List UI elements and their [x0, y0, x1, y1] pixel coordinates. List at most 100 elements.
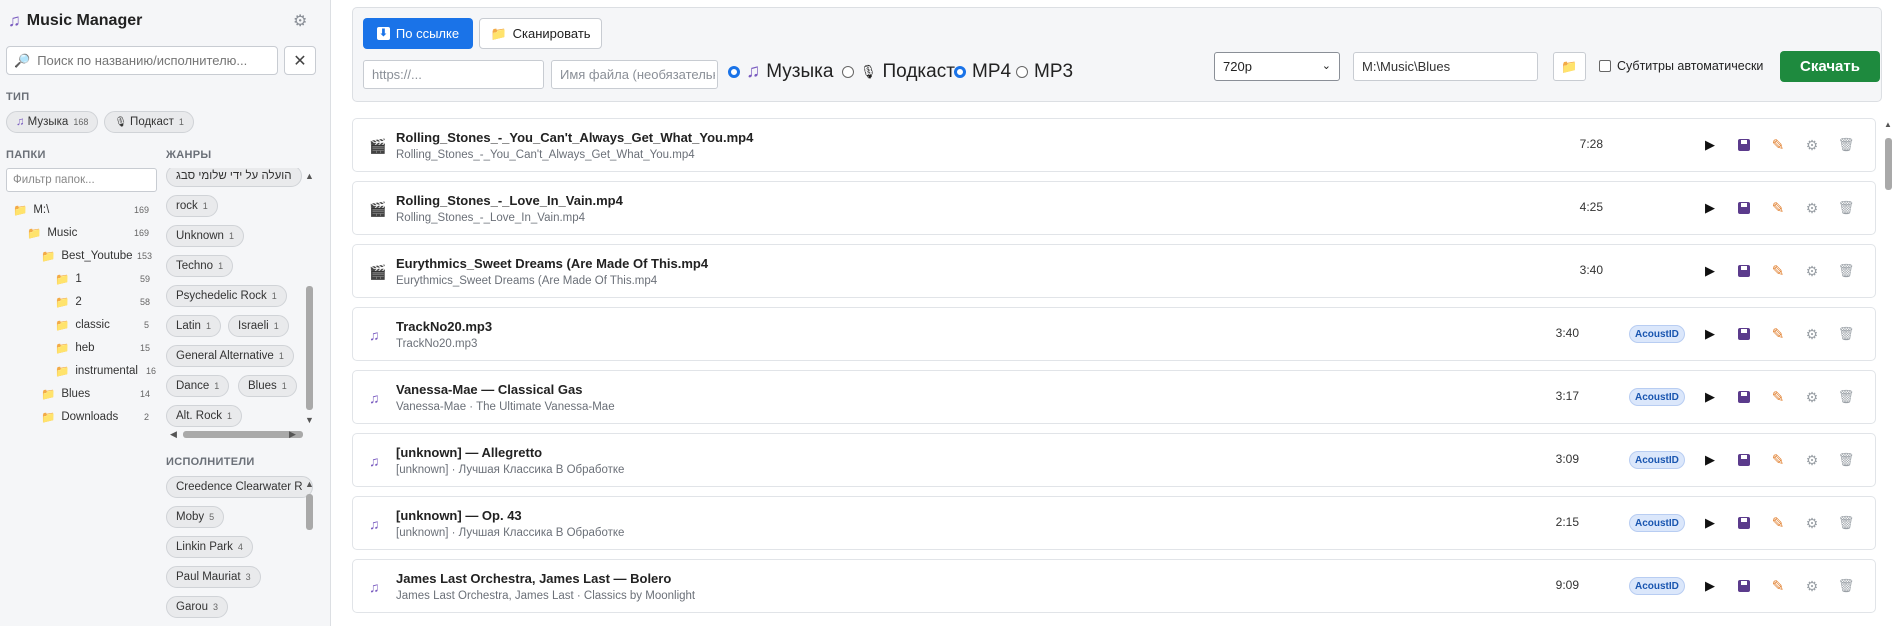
- format-mp3-radio[interactable]: MP3: [1016, 61, 1073, 83]
- url-input[interactable]: [363, 60, 544, 89]
- edit-pencil-icon[interactable]: ✎: [1767, 512, 1789, 534]
- track-row[interactable]: ♫ TrackNo20.mp3 TrackNo20.mp3 3:40 AcoustID ▶…: [352, 307, 1876, 361]
- scroll-up-arrow-icon[interactable]: ▲: [1884, 120, 1892, 129]
- search-input[interactable]: [35, 52, 277, 69]
- genre-pill[interactable]: Unknown 1: [166, 225, 244, 247]
- save-button[interactable]: [1733, 197, 1755, 219]
- scroll-left-arrow-icon[interactable]: ◀: [170, 429, 177, 440]
- play-button[interactable]: ▶: [1699, 197, 1721, 219]
- scroll-up-arrow-icon[interactable]: ▲: [305, 479, 314, 489]
- edit-pencil-icon[interactable]: ✎: [1767, 386, 1789, 408]
- trash-icon[interactable]: 🗑: [1835, 323, 1857, 345]
- genres-scrollbar[interactable]: [306, 286, 313, 410]
- genre-pill[interactable]: General Alternative 1: [166, 345, 294, 367]
- scan-button[interactable]: 📁 Сканировать: [479, 18, 602, 49]
- artist-pill[interactable]: Garou 3: [166, 596, 228, 618]
- folder-item[interactable]: 📁 Best_Youtube: [41, 246, 133, 266]
- scroll-up-arrow-icon[interactable]: ▲: [305, 171, 314, 181]
- trash-icon[interactable]: 🗑: [1835, 575, 1857, 597]
- gear-icon[interactable]: ⚙: [1801, 449, 1823, 471]
- edit-pencil-icon[interactable]: ✎: [1767, 323, 1789, 345]
- play-button[interactable]: ▶: [1699, 512, 1721, 534]
- play-button[interactable]: ▶: [1699, 449, 1721, 471]
- folder-item[interactable]: 📁 classic: [55, 315, 110, 335]
- gear-icon[interactable]: ⚙: [1801, 134, 1823, 156]
- save-button[interactable]: [1733, 323, 1755, 345]
- genre-pill[interactable]: Blues 1: [238, 375, 297, 397]
- genre-pill[interactable]: Dance 1: [166, 375, 230, 397]
- search-clear-button[interactable]: ✕: [284, 46, 316, 75]
- gear-icon[interactable]: ⚙: [1801, 512, 1823, 534]
- type-pill-podcast[interactable]: 🎙 Подкаст 1: [104, 111, 194, 133]
- scrollbar-thumb[interactable]: [1885, 138, 1892, 190]
- track-list-scrollbar[interactable]: ▲: [1882, 118, 1894, 626]
- track-row[interactable]: ♫ James Last Orchestra, James Last — Bole…: [352, 559, 1876, 613]
- search-box[interactable]: 🔎: [6, 46, 278, 75]
- artist-pill[interactable]: Linkin Park 4: [166, 536, 253, 558]
- genre-pill[interactable]: Israeli 1: [228, 315, 289, 337]
- play-button[interactable]: ▶: [1699, 575, 1721, 597]
- edit-pencil-icon[interactable]: ✎: [1767, 260, 1789, 282]
- type-pill-music[interactable]: ♫ Музыка 168: [6, 111, 99, 133]
- kind-music-radio[interactable]: ♫ Музыка: [728, 61, 833, 83]
- format-mp4-radio[interactable]: MP4: [954, 61, 1011, 83]
- artist-pill[interactable]: Paul Mauriat 3: [166, 566, 261, 588]
- gear-icon[interactable]: ⚙: [1801, 575, 1823, 597]
- kind-podcast-radio[interactable]: 🎙 Подкаст: [842, 61, 955, 83]
- folder-item[interactable]: 📁 instrumental: [55, 361, 138, 381]
- settings-gear-icon[interactable]: ⚙: [293, 11, 307, 31]
- filename-input[interactable]: [551, 60, 718, 89]
- folder-item[interactable]: 📁 Downloads: [41, 407, 118, 427]
- download-button[interactable]: Скачать: [1780, 51, 1880, 82]
- track-row[interactable]: ♫ Vanessa-Mae — Classical Gas Vanessa-Mae …: [352, 370, 1876, 424]
- subtitles-checkbox[interactable]: Субтитры автоматически: [1599, 59, 1763, 73]
- genre-pill[interactable]: rock 1: [166, 195, 218, 217]
- save-button[interactable]: [1733, 260, 1755, 282]
- folder-item[interactable]: 📁 2: [55, 292, 82, 312]
- folder-item[interactable]: 📁 1: [55, 269, 82, 289]
- artist-pill[interactable]: Creedence Clearwater R: [166, 476, 313, 498]
- play-button[interactable]: ▶: [1699, 323, 1721, 345]
- genre-pill[interactable]: הועלה על ידי שלומי סבג: [166, 168, 302, 187]
- gear-icon[interactable]: ⚙: [1801, 197, 1823, 219]
- genres-hscrollbar[interactable]: [183, 431, 303, 438]
- save-button[interactable]: [1733, 449, 1755, 471]
- scroll-down-arrow-icon[interactable]: ▼: [305, 415, 314, 425]
- gear-icon[interactable]: ⚙: [1801, 386, 1823, 408]
- genre-pill[interactable]: Techno 1: [166, 255, 234, 277]
- folder-item[interactable]: 📁 heb: [55, 338, 95, 358]
- play-button[interactable]: ▶: [1699, 386, 1721, 408]
- trash-icon[interactable]: 🗑: [1835, 449, 1857, 471]
- trash-icon[interactable]: 🗑: [1835, 386, 1857, 408]
- track-row[interactable]: 🎬 Eurythmics_Sweet Dreams (Are Made Of Th…: [352, 244, 1876, 298]
- play-button[interactable]: ▶: [1699, 134, 1721, 156]
- path-input[interactable]: M:\Music\Blues: [1353, 52, 1538, 81]
- artist-pill[interactable]: Moby 5: [166, 506, 225, 528]
- save-button[interactable]: [1733, 386, 1755, 408]
- folder-item[interactable]: 📁 Music: [27, 223, 77, 243]
- trash-icon[interactable]: 🗑: [1835, 134, 1857, 156]
- genre-pill[interactable]: Alt. Rock 1: [166, 405, 243, 427]
- genre-pill[interactable]: Psychedelic Rock 1: [166, 285, 287, 307]
- trash-icon[interactable]: 🗑: [1835, 512, 1857, 534]
- edit-pencil-icon[interactable]: ✎: [1767, 449, 1789, 471]
- browse-folder-button[interactable]: 📁: [1553, 52, 1586, 81]
- genre-pill[interactable]: Latin 1: [166, 315, 221, 337]
- play-button[interactable]: ▶: [1699, 260, 1721, 282]
- quality-select[interactable]: 720p ⌄: [1214, 52, 1340, 81]
- gear-icon[interactable]: ⚙: [1801, 260, 1823, 282]
- track-row[interactable]: 🎬 Rolling_Stones_-_You_Can't_Always_Get_W…: [352, 118, 1876, 172]
- by-link-button[interactable]: ⬇ По ссылке: [363, 18, 473, 49]
- trash-icon[interactable]: 🗑: [1835, 197, 1857, 219]
- folder-item[interactable]: 📁 Blues: [41, 384, 90, 404]
- track-row[interactable]: ♫ [unknown] — Op. 43 [unknown] · Лучшая Кл…: [352, 496, 1876, 550]
- save-button[interactable]: [1733, 575, 1755, 597]
- track-row[interactable]: 🎬 Rolling_Stones_-_Love_In_Vain.mp4 Rollin…: [352, 181, 1876, 235]
- track-row[interactable]: ♫ [unknown] — Allegretto [unknown] · Лучша…: [352, 433, 1876, 487]
- edit-pencil-icon[interactable]: ✎: [1767, 197, 1789, 219]
- folder-filter-input[interactable]: Фильтр папок...: [6, 168, 157, 192]
- trash-icon[interactable]: 🗑: [1835, 260, 1857, 282]
- save-button[interactable]: [1733, 512, 1755, 534]
- save-button[interactable]: [1733, 134, 1755, 156]
- artists-scrollbar[interactable]: [306, 494, 313, 530]
